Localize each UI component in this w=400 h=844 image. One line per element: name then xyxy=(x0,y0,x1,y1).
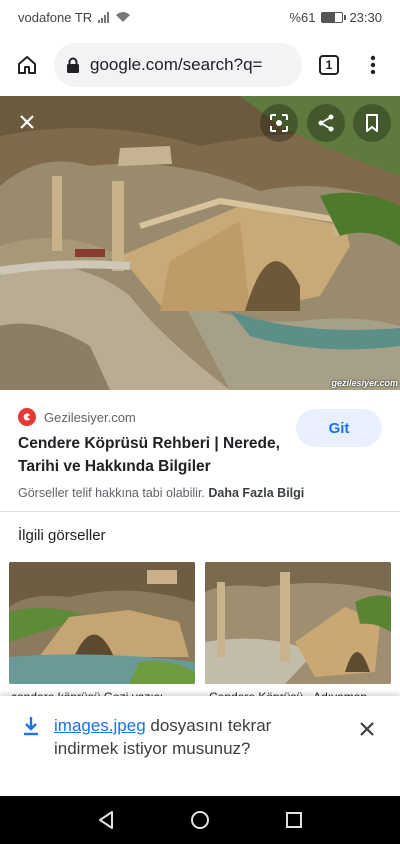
download-icon xyxy=(24,717,38,736)
tab-switcher-icon: 1 xyxy=(319,55,339,75)
related-thumbnail-2 xyxy=(205,562,391,684)
preview-image[interactable]: gezilesiyer.com xyxy=(0,96,400,390)
copyright-text: Görseller telif hakkına tabi olabilir. xyxy=(18,486,205,500)
image-watermark: gezilesiyer.com xyxy=(331,378,398,388)
wifi-icon xyxy=(116,12,131,22)
home-nav-icon[interactable] xyxy=(190,810,210,830)
lens-icon xyxy=(270,114,288,132)
battery-icon xyxy=(321,11,347,23)
share-icon xyxy=(318,114,334,132)
bookmark-icon xyxy=(366,114,378,132)
home-button[interactable] xyxy=(10,48,44,82)
battery-percent: %61 xyxy=(289,9,316,25)
lock-icon xyxy=(67,57,79,73)
related-image-1[interactable] xyxy=(9,562,195,684)
close-icon xyxy=(360,722,374,736)
result-card: Gezilesiyer.com Cendere Köprüsü Rehberi … xyxy=(0,390,400,512)
bookmark-button[interactable] xyxy=(353,104,391,142)
more-menu-button[interactable] xyxy=(356,48,390,82)
system-nav-bar xyxy=(0,796,400,844)
site-favicon-icon xyxy=(18,408,36,426)
home-icon xyxy=(18,56,36,74)
download-file-link[interactable]: images.jpeg xyxy=(54,716,146,735)
related-images-heading: İlgili görseller xyxy=(18,527,106,544)
related-thumbnail-1 xyxy=(9,562,195,684)
close-image-button[interactable] xyxy=(8,103,46,141)
lens-button[interactable] xyxy=(260,104,298,142)
status-bar: vodafone TR %61 23:30 xyxy=(0,0,400,34)
bridge-photo xyxy=(0,96,400,390)
related-image-2[interactable] xyxy=(205,562,391,684)
visit-button[interactable]: Git xyxy=(296,409,382,447)
download-prompt: images.jpeg dosyasını tekrar indirmek is… xyxy=(0,696,400,796)
result-title[interactable]: Cendere Köprüsü Rehberi | Nerede, Tarihi… xyxy=(18,432,283,478)
tab-switcher-button[interactable]: 1 xyxy=(312,48,346,82)
back-icon[interactable] xyxy=(97,810,115,830)
address-bar[interactable]: google.com/search?q= xyxy=(54,43,302,87)
more-vert-icon xyxy=(370,55,376,75)
close-icon xyxy=(20,115,34,129)
recents-icon[interactable] xyxy=(285,811,303,829)
signal-icon xyxy=(98,11,110,23)
carrier-label: vodafone TR xyxy=(18,9,93,25)
share-button[interactable] xyxy=(307,104,345,142)
browser-toolbar: google.com/search?q= 1 xyxy=(0,34,400,96)
more-info-link[interactable]: Daha Fazla Bilgi xyxy=(208,486,304,500)
source-row[interactable]: Gezilesiyer.com xyxy=(18,408,136,426)
clock: 23:30 xyxy=(349,9,382,25)
copyright-notice: Görseller telif hakkına tabi olabilir. D… xyxy=(18,486,304,500)
url-text: google.com/search?q= xyxy=(90,55,263,74)
download-dismiss-button[interactable] xyxy=(352,714,382,744)
source-name: Gezilesiyer.com xyxy=(44,409,136,425)
download-message: images.jpeg dosyasını tekrar indirmek is… xyxy=(54,714,324,760)
